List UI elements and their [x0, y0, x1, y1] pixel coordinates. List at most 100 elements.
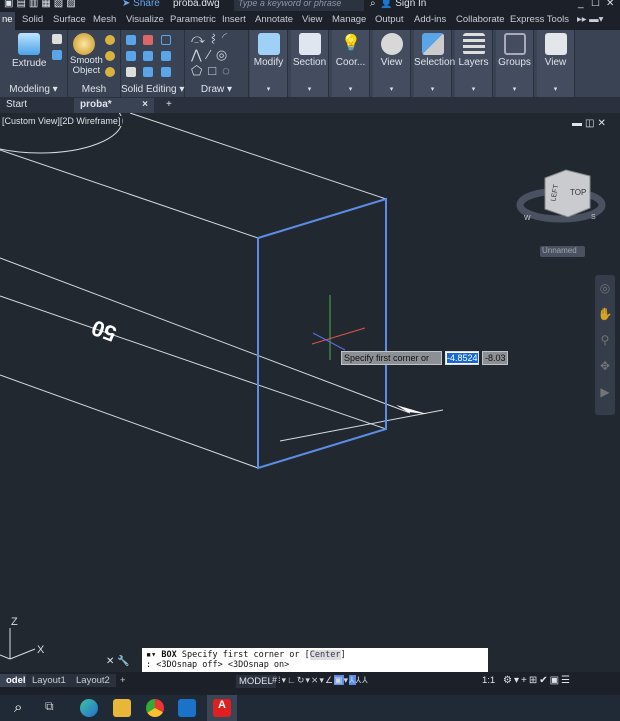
intersect-icon[interactable]: [161, 35, 171, 45]
autocad-taskbar-item[interactable]: A: [207, 695, 237, 721]
slice-icon[interactable]: [143, 51, 153, 61]
maximize-icon[interactable]: ☐: [591, 0, 600, 9]
tab-parametric[interactable]: Parametric: [168, 12, 218, 30]
panel-section[interactable]: Section ▾: [291, 30, 329, 97]
sign-in-button[interactable]: 👤 Sign In: [380, 0, 426, 9]
nav-tools-icons[interactable]: ◎ ✋ ⚲ ✥ ▶: [595, 275, 615, 405]
model-space-toggle[interactable]: MODEL: [236, 675, 276, 688]
box-front-face-selected[interactable]: [257, 197, 387, 470]
status-tools[interactable]: ⚙▾+⊞✔▣☰: [503, 675, 572, 686]
drawing-canvas: 50 Z X LEFT TOP W S: [0, 113, 606, 660]
customize-wrench-icon: 🔧: [117, 656, 130, 667]
close-icon[interactable]: ✕: [606, 0, 614, 9]
tab-home[interactable]: ne: [0, 12, 15, 30]
tab-layout2[interactable]: Layout2: [70, 674, 116, 687]
close-tab-icon[interactable]: ×: [142, 99, 148, 110]
panel-coordinates[interactable]: 💡 Coor... ▾: [332, 30, 370, 97]
tab-collaborate[interactable]: Collaborate: [454, 12, 507, 30]
panel-groups[interactable]: Groups ▾: [496, 30, 534, 97]
modeling-label[interactable]: Modeling ▾: [0, 84, 67, 95]
tab-layout1[interactable]: Layout1: [26, 674, 72, 687]
mesh-refine-icon[interactable]: [105, 67, 115, 77]
mesh-remove-icon[interactable]: [105, 51, 115, 61]
panel-modify[interactable]: Modify ▾: [250, 30, 288, 97]
drawing-viewport[interactable]: 50 Z X LEFT TOP W S Unnamed ▬◫✕: [0, 113, 620, 672]
extrude-button[interactable]: Extrude: [12, 58, 46, 69]
box-edge[interactable]: [0, 149, 259, 239]
union-icon[interactable]: [126, 35, 136, 45]
mesh-add-icon[interactable]: [105, 35, 115, 45]
extract-edges-icon[interactable]: [126, 67, 136, 77]
more-tabs-icon[interactable]: ▸▸ ▬▾: [575, 12, 605, 30]
mesh-label[interactable]: Mesh: [68, 84, 120, 95]
search-icon[interactable]: ⌕: [14, 699, 32, 717]
tab-express-tools[interactable]: Express Tools: [508, 12, 571, 30]
command-history-line: ▪▾ BOX Specify first corner or [Center]: [146, 650, 346, 660]
file-tab-start[interactable]: Start: [0, 98, 70, 113]
tab-surface[interactable]: Surface: [51, 12, 88, 30]
extrude-icon[interactable]: [18, 33, 40, 55]
quick-access-toolbar[interactable]: ▣▤▥▦▧▨: [4, 0, 79, 9]
drafting-toggles[interactable]: #⁞▾∟↻▾⨯▾∠▣▾⅄⅄⅄: [272, 675, 369, 686]
edge-icon[interactable]: [80, 699, 98, 717]
file-tab-proba[interactable]: proba* ×: [74, 98, 154, 113]
file-explorer-icon[interactable]: [113, 699, 131, 717]
viewport-window-controls[interactable]: ▬◫✕: [572, 118, 609, 129]
tab-manage[interactable]: Manage: [330, 12, 368, 30]
command-line-controls[interactable]: ✕ 🔧: [106, 656, 142, 670]
draw-label[interactable]: Draw ▾: [185, 84, 248, 95]
tab-output[interactable]: Output: [373, 12, 406, 30]
outlook-icon[interactable]: [178, 699, 196, 717]
dimension-text[interactable]: 50: [88, 315, 120, 347]
new-tab-button[interactable]: +: [160, 98, 178, 113]
dimension-line[interactable]: [0, 257, 411, 414]
presspull-icon[interactable]: [52, 34, 62, 44]
tab-add-ins[interactable]: Add-ins: [412, 12, 448, 30]
search-icon[interactable]: ⌕: [370, 0, 376, 9]
panel-selection[interactable]: Selection ▾: [414, 30, 455, 97]
interfere-icon[interactable]: [126, 51, 136, 61]
add-layout-button[interactable]: +: [114, 674, 132, 687]
x-value: -4.8524: [447, 353, 478, 363]
share-button[interactable]: ➤ Share: [122, 0, 160, 9]
smooth-object-icon[interactable]: [73, 33, 95, 55]
tab-insert[interactable]: Insert: [220, 12, 248, 30]
dynamic-input-x[interactable]: -4.8524: [445, 351, 479, 365]
view-label: View: [380, 57, 403, 68]
polysolid-icon[interactable]: [52, 50, 62, 60]
viewport-controls-label[interactable]: [Custom View][2D Wireframe]: [0, 116, 123, 126]
panel-layers[interactable]: Layers ▾: [455, 30, 493, 97]
tab-mesh[interactable]: Mesh: [91, 12, 118, 30]
solid-editing-label[interactable]: Solid Editing ▾: [121, 84, 184, 95]
panel-view[interactable]: View ▾: [537, 30, 575, 97]
compass-south[interactable]: S: [591, 214, 596, 221]
tab-solid[interactable]: Solid: [20, 12, 45, 30]
subtract-icon[interactable]: [143, 35, 153, 45]
navigation-bar[interactable]: ◎ ✋ ⚲ ✥ ▶: [595, 275, 615, 415]
smooth-object-button[interactable]: Smooth Object: [70, 56, 103, 76]
draw-tools-icons[interactable]: ⤼⌇◜ ⋀∕◎ ⬠□◌: [191, 31, 238, 79]
center-option[interactable]: Center: [309, 650, 341, 660]
box-edge[interactable]: [0, 295, 387, 430]
separate-icon[interactable]: [161, 67, 171, 77]
dynamic-input-y[interactable]: -8.03: [482, 351, 508, 365]
search-input[interactable]: Type a keyword or phrase: [234, 0, 364, 11]
box-edge[interactable]: [129, 113, 387, 200]
tab-annotate[interactable]: Annotate: [253, 12, 295, 30]
imprint-icon[interactable]: [143, 67, 153, 77]
box-edge[interactable]: [0, 374, 259, 469]
task-view-icon[interactable]: ⧉: [45, 699, 63, 717]
tab-visualize[interactable]: Visualize: [124, 12, 166, 30]
panel-view-visual[interactable]: View ▾: [373, 30, 411, 97]
command-line[interactable]: ▪▾ BOX Specify first corner or [Center] …: [142, 648, 488, 672]
annotation-scale[interactable]: 1:1: [482, 675, 495, 686]
command-input-line[interactable]: : <3DOsnap off> <3DOsnap on>: [146, 660, 484, 670]
named-view-dropdown[interactable]: Unnamed: [540, 246, 585, 257]
visual-styles-icon: [381, 33, 403, 55]
thicken-icon[interactable]: [161, 51, 171, 61]
minimize-icon[interactable]: _: [578, 0, 584, 9]
viewcube-top-face[interactable]: TOP: [570, 188, 586, 197]
chrome-icon[interactable]: [146, 699, 164, 717]
compass-west[interactable]: W: [524, 215, 531, 222]
tab-view[interactable]: View: [300, 12, 324, 30]
